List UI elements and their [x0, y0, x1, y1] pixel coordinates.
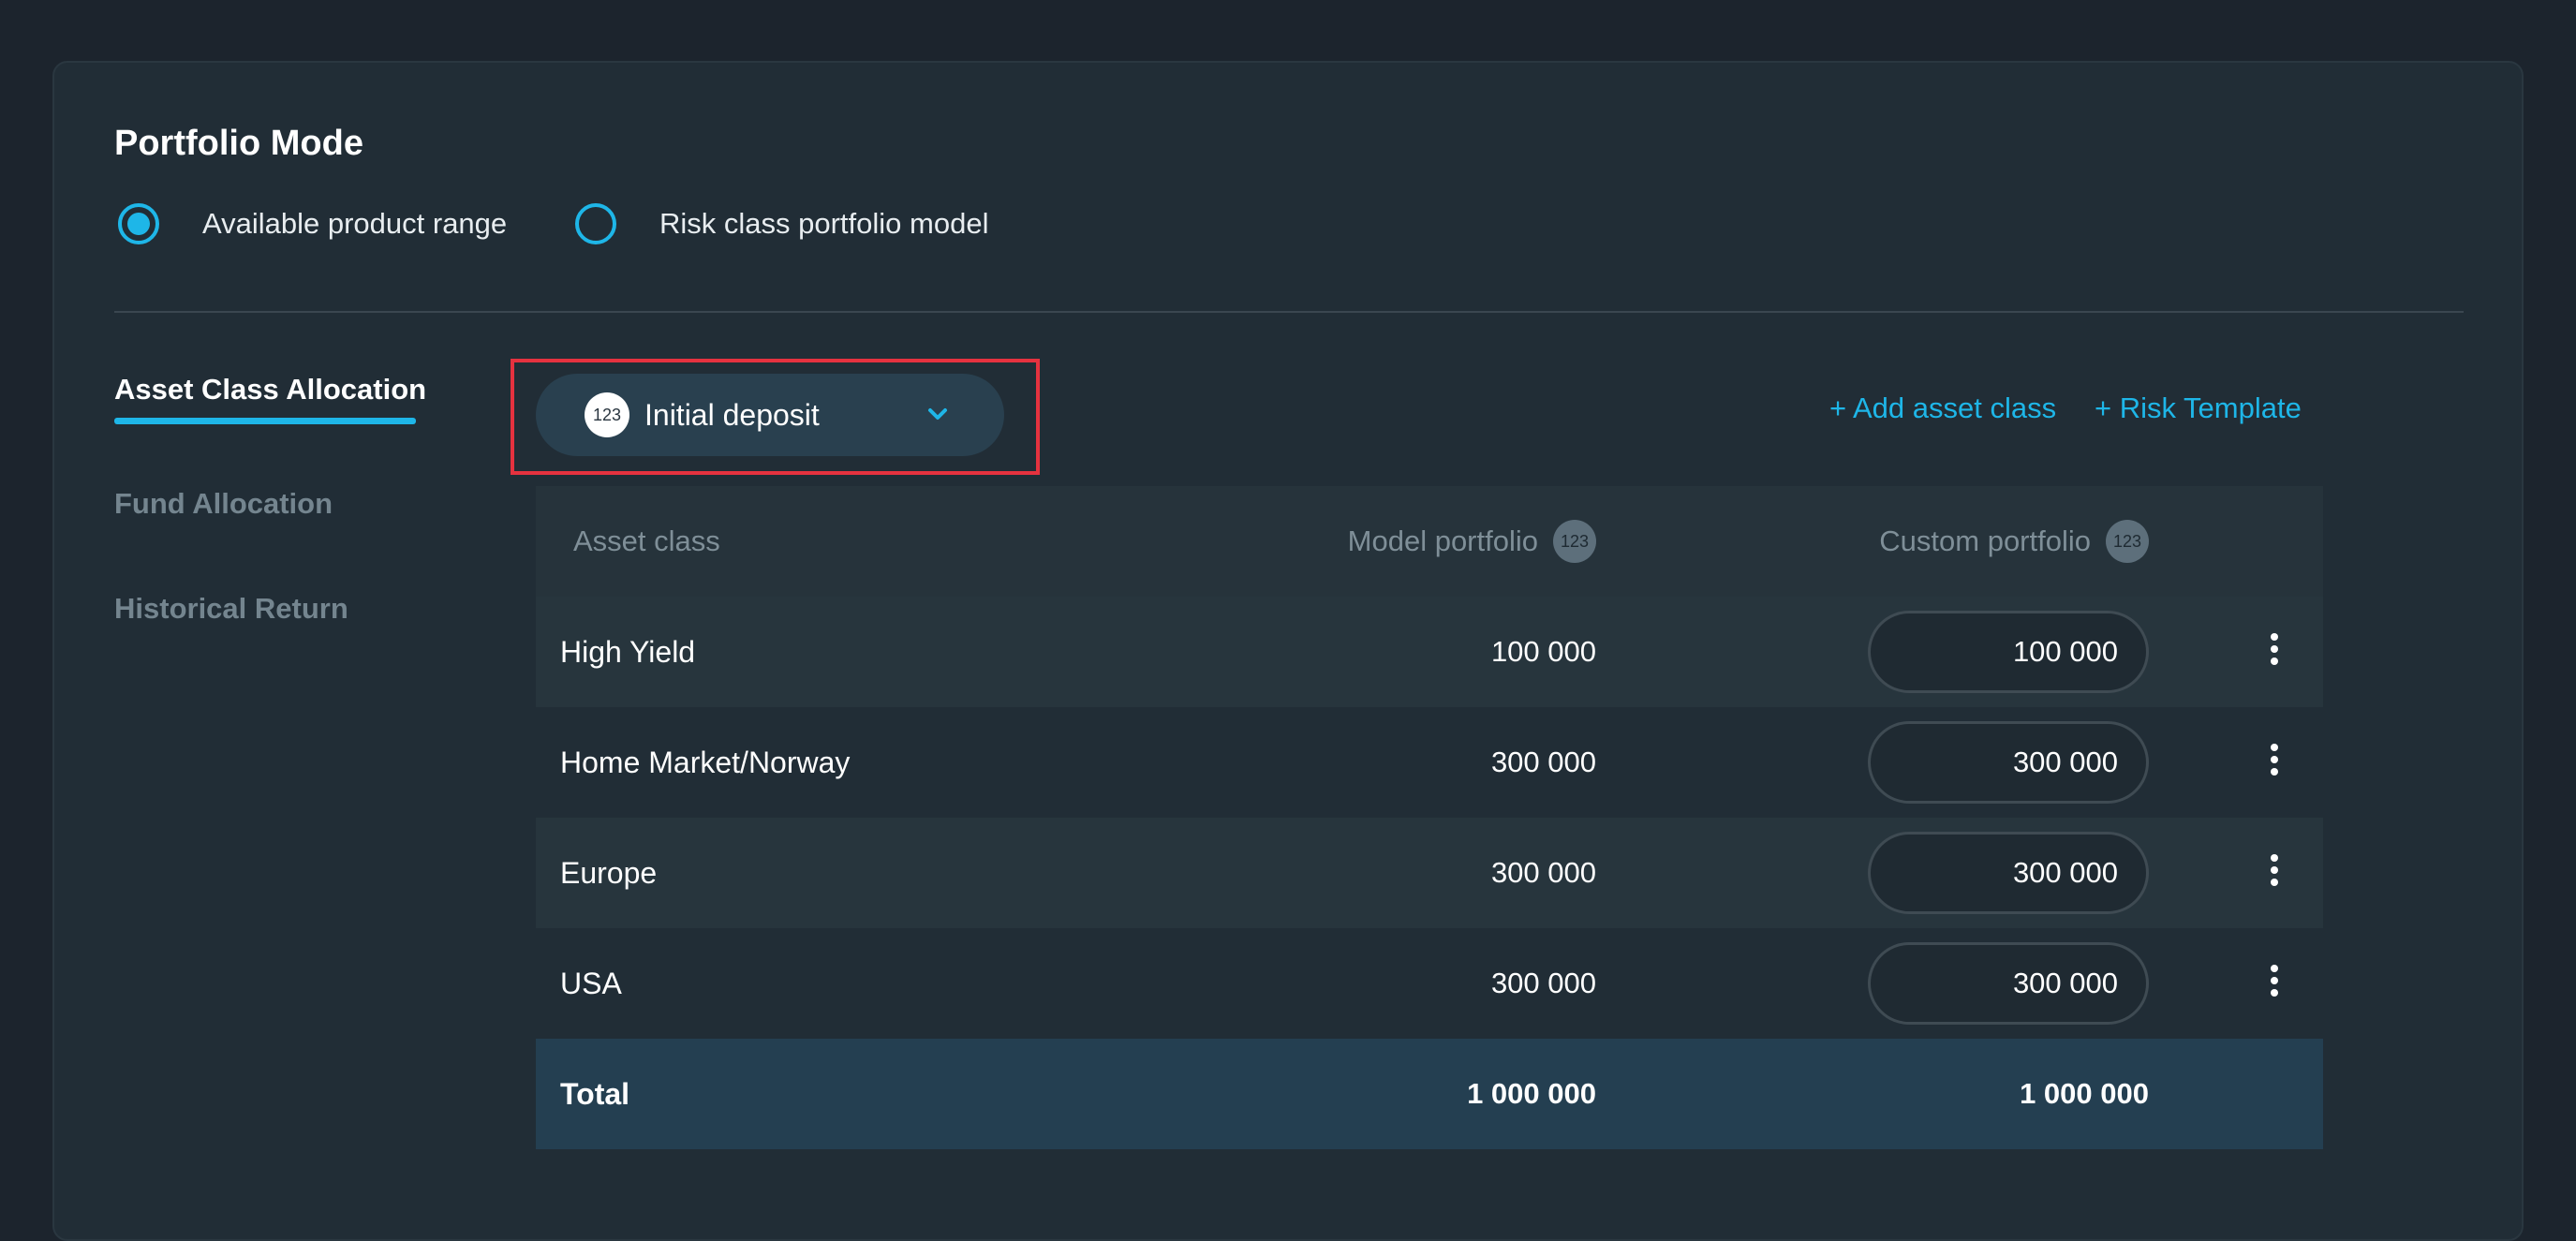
custom-portfolio-input[interactable]: [1868, 611, 2149, 693]
tab-asset-class-allocation[interactable]: Asset Class Allocation: [114, 373, 426, 406]
risk-template-link[interactable]: + Risk Template: [2095, 392, 2302, 425]
model-portfolio-value: 300 000: [1490, 746, 1596, 778]
chevron-down-icon[interactable]: [925, 401, 950, 429]
header-model-portfolio: Model portfolio 123: [1348, 486, 1596, 597]
radio-label: Available product range: [202, 207, 508, 240]
header-custom-portfolio-label: Custom portfolio: [1879, 524, 2091, 557]
more-options-icon[interactable]: [2267, 965, 2282, 1002]
tab-historical-return[interactable]: Historical Return: [114, 592, 348, 626]
model-portfolio-value: 100 000: [1490, 635, 1596, 668]
table-row: Home Market/Norway 300 000: [536, 707, 2323, 818]
asset-class-name: High Yield: [560, 634, 696, 669]
number-badge-icon: 123: [1553, 520, 1596, 563]
header-asset-class: Asset class: [573, 524, 720, 557]
section-divider: [114, 311, 2464, 313]
add-asset-class-link[interactable]: + Add asset class: [1829, 392, 2056, 425]
table-row: USA 300 000: [536, 928, 2323, 1039]
number-badge-icon: 123: [585, 392, 629, 437]
table-total-row: Total 1 000 000 1 000 000: [536, 1039, 2323, 1149]
custom-portfolio-input[interactable]: [1868, 942, 2149, 1025]
custom-portfolio-input[interactable]: [1868, 832, 2149, 914]
custom-portfolio-input[interactable]: [1868, 721, 2149, 804]
model-portfolio-value: 300 000: [1490, 856, 1596, 889]
page-title: Portfolio Mode: [114, 124, 363, 163]
radio-unselected-icon[interactable]: [575, 203, 616, 244]
table-row: Europe 300 000: [536, 818, 2323, 928]
asset-class-name: Europe: [560, 855, 658, 890]
number-badge-icon: 123: [2106, 520, 2149, 563]
allocation-table: Asset class Model portfolio 123 Custom p…: [536, 486, 2323, 1149]
model-portfolio-value: 300 000: [1490, 967, 1596, 999]
more-options-icon[interactable]: [2267, 854, 2282, 892]
radio-available-product-range[interactable]: Available product range: [118, 200, 507, 247]
more-options-icon[interactable]: [2267, 744, 2282, 781]
asset-class-name: USA: [560, 966, 622, 1000]
radio-risk-class-portfolio-model[interactable]: Risk class portfolio model: [575, 200, 988, 247]
dropdown-value: Initial deposit: [644, 397, 820, 432]
total-model-value: 1 000 000: [1467, 1077, 1596, 1110]
table-header-row: Asset class Model portfolio 123 Custom p…: [536, 486, 2323, 597]
asset-class-name: Home Market/Norway: [560, 745, 851, 779]
tab-fund-allocation[interactable]: Fund Allocation: [114, 487, 333, 521]
radio-label: Risk class portfolio model: [659, 207, 989, 240]
header-model-portfolio-label: Model portfolio: [1347, 524, 1538, 557]
table-row: High Yield 100 000: [536, 597, 2323, 707]
total-label: Total: [560, 1076, 630, 1111]
radio-selected-icon[interactable]: [118, 203, 159, 244]
total-custom-value: 1 000 000: [2020, 1077, 2149, 1110]
more-options-icon[interactable]: [2267, 633, 2282, 671]
header-custom-portfolio: Custom portfolio 123: [1879, 486, 2149, 597]
active-tab-indicator: [114, 418, 416, 424]
